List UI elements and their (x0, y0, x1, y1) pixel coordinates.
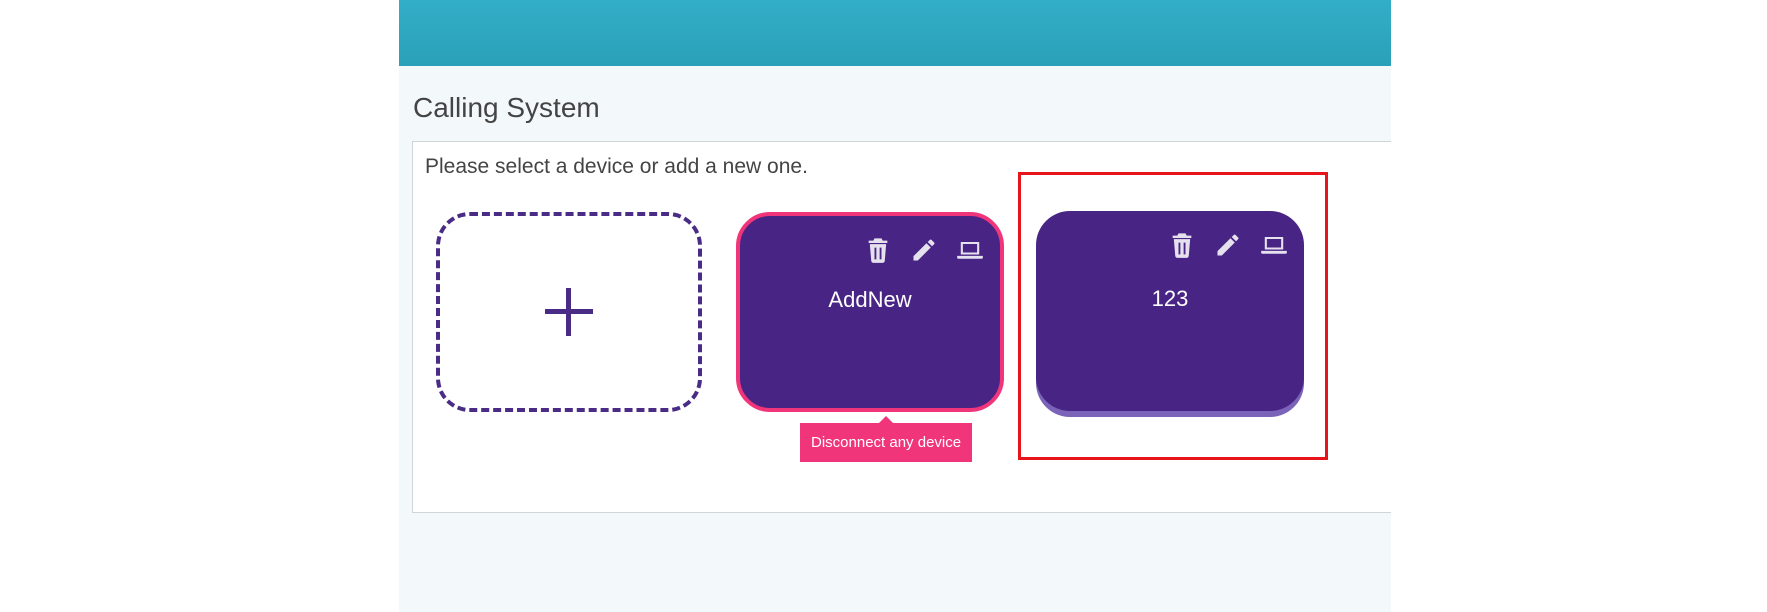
trash-icon[interactable] (1168, 231, 1196, 259)
pencil-icon[interactable] (1214, 231, 1242, 259)
device-tooltip: Disconnect any device (800, 416, 973, 462)
plus-icon (545, 288, 593, 336)
device-name: 123 (1151, 286, 1189, 311)
top-header-bar (399, 0, 1391, 66)
laptop-icon[interactable] (956, 236, 984, 264)
device-actions (1168, 231, 1288, 259)
instructions-text: Please select a device or add a new one. (425, 155, 808, 178)
trash-icon[interactable] (864, 236, 892, 264)
laptop-icon[interactable] (1260, 231, 1288, 259)
add-device-tile[interactable] (436, 212, 702, 412)
app-window: Calling System Please select a device or… (399, 0, 1391, 612)
device-panel: Please select a device or add a new one.… (412, 141, 1391, 513)
device-actions (864, 236, 984, 264)
page-title: Calling System (413, 92, 600, 123)
device-tile-addnew[interactable]: AddNew (736, 212, 1004, 412)
device-name: AddNew (828, 287, 912, 312)
device-tile-123[interactable]: 123 (1036, 211, 1304, 411)
pencil-icon[interactable] (910, 236, 938, 264)
